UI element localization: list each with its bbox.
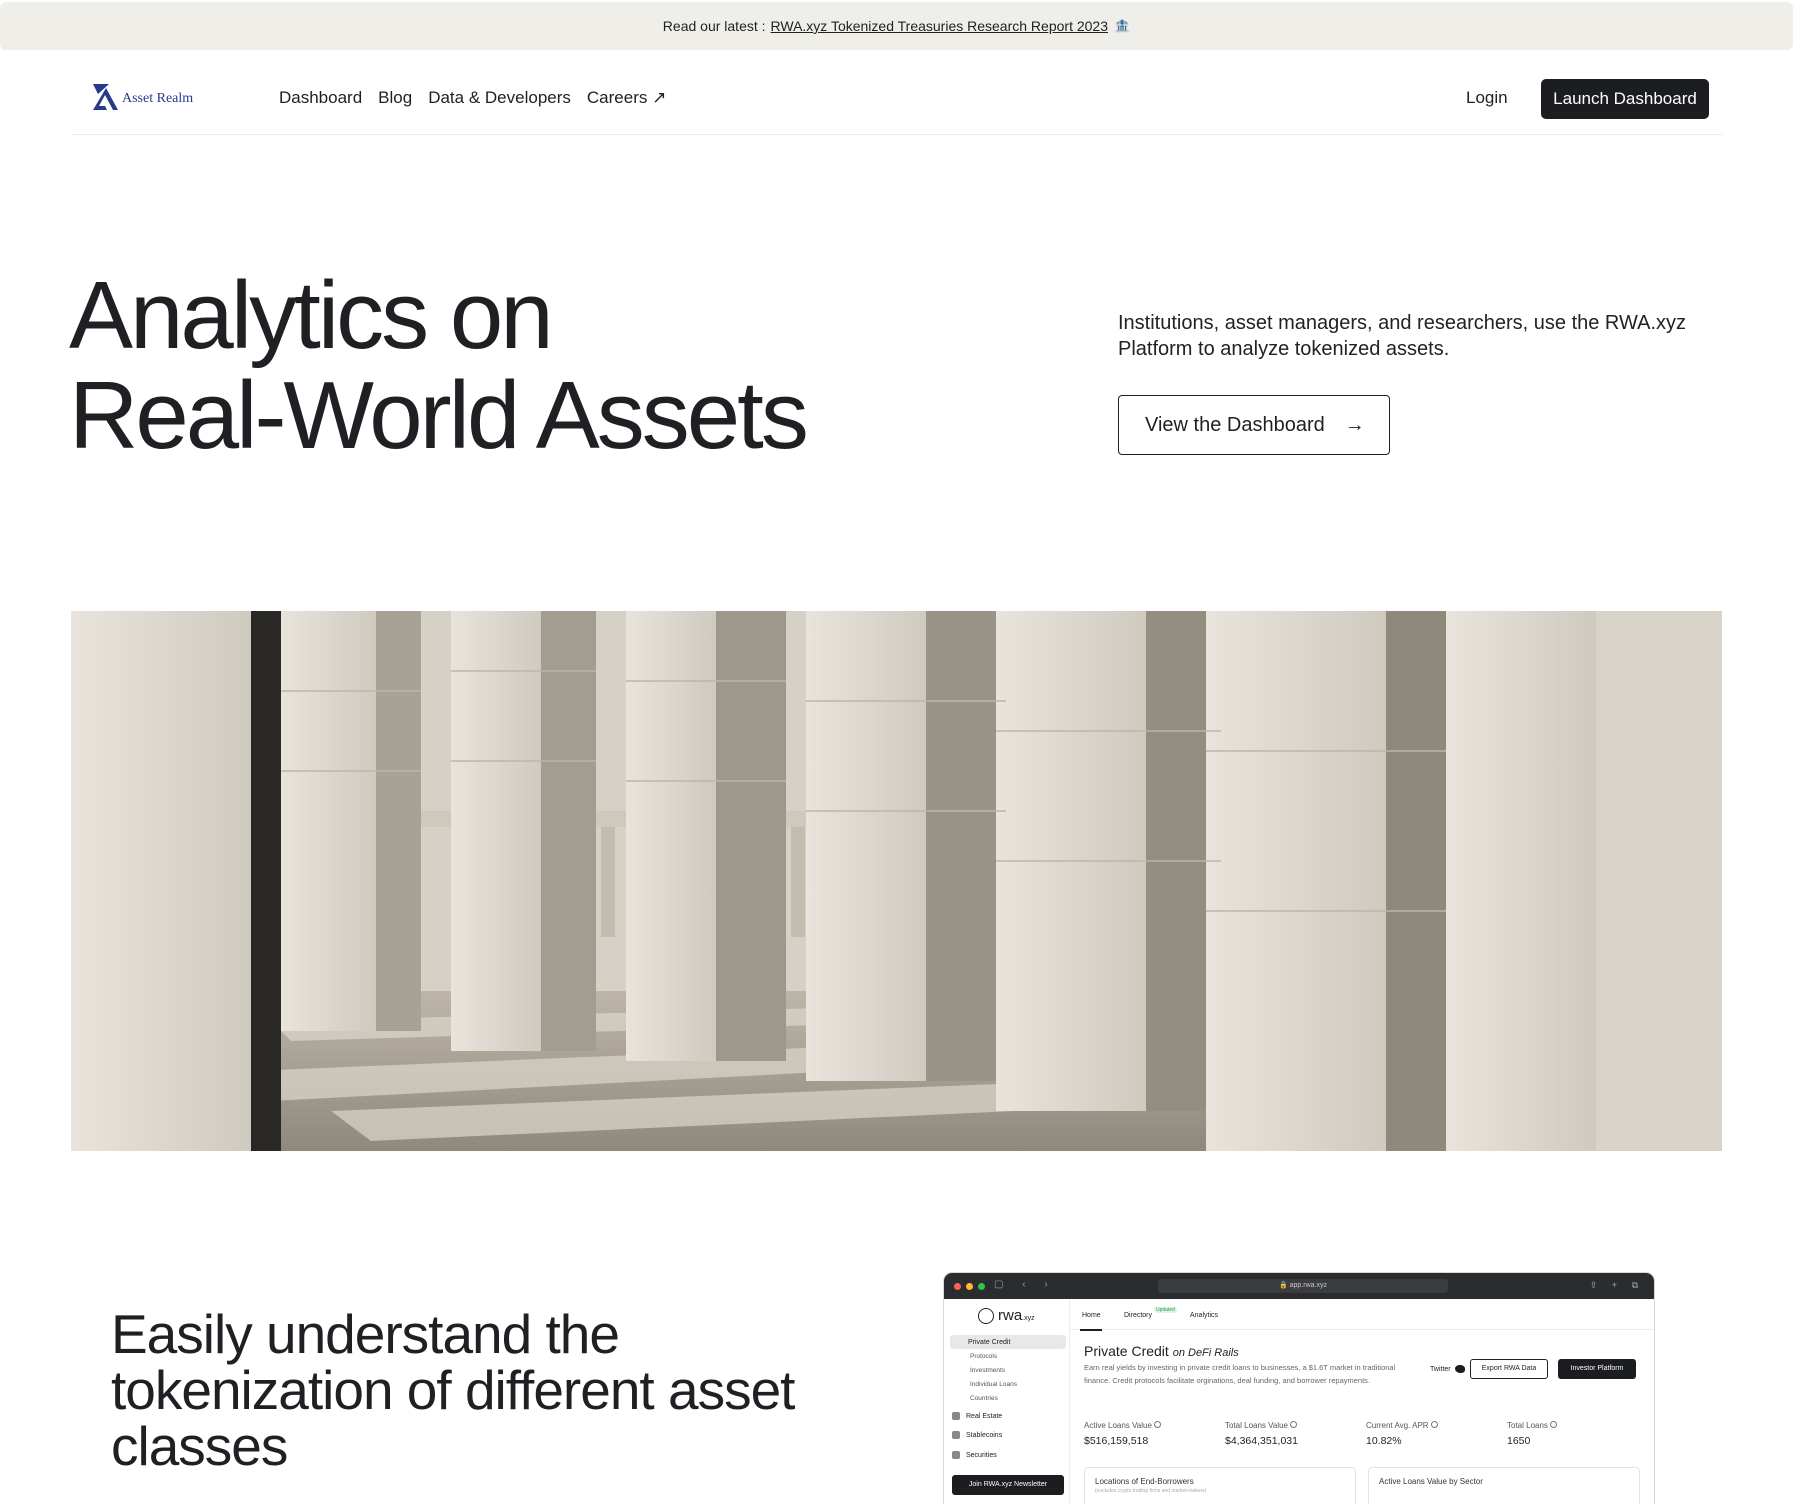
info-icon <box>1430 1421 1438 1428</box>
mock-tab-home: Home <box>1080 1312 1102 1331</box>
mock-stat-label: Total Loans <box>1507 1421 1548 1430</box>
mock-sidebar-securities: Securities <box>952 1451 997 1459</box>
launch-dashboard-button[interactable]: Launch Dashboard <box>1541 79 1709 119</box>
mock-card-title: Active Loans Value by Sector <box>1379 1477 1483 1486</box>
mock-stat-active-loans: Active Loans Value $516,159,518 <box>1084 1421 1161 1447</box>
mock-investor-button: Investor Platform <box>1558 1359 1636 1379</box>
mock-twitter-label: Twitter <box>1430 1365 1451 1373</box>
mock-stat-value: $4,364,351,031 <box>1225 1435 1298 1447</box>
mock-stat-total-loans-value: Total Loans Value $4,364,351,031 <box>1225 1421 1298 1447</box>
window-controls <box>954 1283 985 1290</box>
mock-page-description: Earn real yields by investing in private… <box>1084 1363 1396 1385</box>
mock-stat-label: Active Loans Value <box>1084 1421 1152 1430</box>
mock-sidebar-securities-label: Securities <box>966 1451 997 1459</box>
house-icon <box>952 1412 960 1420</box>
hero-description: Institutions, asset managers, and resear… <box>1118 312 1687 360</box>
coins-icon <box>952 1431 960 1439</box>
colonnade-illustration <box>71 611 1722 1151</box>
mock-sidebar-real-estate-label: Real Estate <box>966 1412 1003 1420</box>
announcement-bar: Read our latest : RWA.xyz Tokenized Trea… <box>0 2 1793 50</box>
mock-sidebar-real-estate: Real Estate <box>952 1412 1002 1420</box>
mock-sidebar: rwa .xyz Private Credit Protocols Invest… <box>944 1299 1070 1504</box>
login-link[interactable]: Login <box>1466 88 1508 108</box>
mock-stat-apr: Current Avg. APR 10.82% <box>1366 1421 1438 1447</box>
mock-newsletter-button: Join RWA.xyz Newsletter <box>952 1475 1064 1495</box>
hero-title-line2: Real-World Assets <box>69 362 809 469</box>
mock-stat-value: $516,159,518 <box>1084 1435 1149 1447</box>
mock-stat-total-loans: Total Loans 1650 <box>1507 1421 1557 1447</box>
mock-sidebar-private-credit: Private Credit <box>950 1335 1066 1349</box>
browser-toolbar: ▢ ‹ › 🔒 app.rwa.xyz ⇪ + ⧉ <box>944 1273 1654 1299</box>
info-icon <box>1153 1421 1161 1428</box>
mock-sidebar-investments: Investments <box>970 1367 1006 1374</box>
minimize-dot-icon <box>966 1283 973 1290</box>
hero-photo-colonnade <box>71 611 1722 1151</box>
arrow-right-icon: → <box>1344 413 1365 436</box>
mock-main: Private Credit on DeFi Rails Earn real y… <box>1084 1343 1644 1504</box>
browser-action-icons: ⇪ + ⧉ <box>1589 1280 1644 1290</box>
mock-page-title-suffix: on DeFi Rails <box>1172 1347 1239 1359</box>
mock-sidebar-stablecoins-label: Stablecoins <box>966 1431 1003 1439</box>
mock-sidebar-countries: Countries <box>970 1395 998 1402</box>
mock-page-title-text: Private Credit <box>1084 1343 1169 1359</box>
mock-stat-label: Current Avg. APR <box>1366 1421 1429 1430</box>
browser-nav-icons: ▢ ‹ › <box>994 1279 1056 1290</box>
view-dashboard-button[interactable]: View the Dashboard → <box>1118 395 1390 455</box>
announcement-prefix: Read our latest : <box>662 18 766 34</box>
mock-stat-label: Total Loans Value <box>1225 1421 1289 1430</box>
brand-logo[interactable]: Asset Realm <box>89 80 193 112</box>
asset-realm-logo-icon <box>93 84 118 110</box>
mock-sidebar-protocols: Protocols <box>970 1353 998 1360</box>
mock-export-button: Export RWA Data <box>1470 1359 1548 1379</box>
mock-tab-directory: Directory <box>1124 1312 1153 1319</box>
mock-tab-analytics: Analytics <box>1190 1312 1219 1319</box>
browser-url: 🔒 app.rwa.xyz <box>1158 1279 1448 1293</box>
view-dashboard-label: View the Dashboard <box>1145 413 1325 436</box>
top-nav: Asset Realm Dashboard Blog Data & Develo… <box>71 60 1722 135</box>
info-icon <box>1290 1421 1298 1428</box>
mock-page-title: Private Credit on DeFi Rails <box>1084 1343 1644 1359</box>
mock-card-subtitle: (excludes crypto trading firms and marke… <box>1095 1488 1207 1494</box>
mock-brand-suffix: .xyz <box>1022 1314 1035 1322</box>
hero-title: Analytics on Real-World Assets <box>69 266 809 469</box>
mock-card-sector: Active Loans Value by Sector <box>1368 1467 1640 1504</box>
dashboard-mockup: ▢ ‹ › 🔒 app.rwa.xyz ⇪ + ⧉ rwa .xyz Priva… <box>944 1273 1654 1504</box>
hero-title-line1: Analytics on <box>69 262 554 369</box>
mock-sidebar-stablecoins: Stablecoins <box>952 1431 1002 1439</box>
globe-icon <box>978 1307 994 1324</box>
mock-card-title: Locations of End-Borrowers <box>1095 1477 1194 1486</box>
nav-link-data-developers[interactable]: Data & Developers <box>428 88 571 108</box>
mock-brand-name: rwa <box>998 1307 1023 1324</box>
nav-link-blog[interactable]: Blog <box>378 88 412 108</box>
mock-twitter-link: Twitter <box>1430 1365 1465 1373</box>
mock-brand: rwa .xyz <box>978 1307 1035 1324</box>
info-icon <box>1549 1421 1557 1428</box>
mock-stat-value: 10.82% <box>1366 1435 1402 1447</box>
mock-tabs: Home Directory Updated Analytics <box>1070 1299 1654 1331</box>
nav-link-dashboard[interactable]: Dashboard <box>279 88 362 108</box>
maximize-dot-icon <box>978 1283 985 1290</box>
nav-links: Dashboard Blog Data & Developers Careers… <box>279 88 666 108</box>
mock-sidebar-individual-loans: Individual Loans <box>970 1381 1017 1388</box>
mock-stat-value: 1650 <box>1507 1435 1531 1447</box>
bank-icon: 🏦 <box>1114 18 1131 33</box>
section-title: Easily understand the tokenization of di… <box>111 1303 795 1477</box>
nav-link-careers[interactable]: Careers ↗ <box>587 88 666 108</box>
bank-building-icon <box>952 1451 960 1459</box>
brand-name: Asset Realm <box>122 91 194 106</box>
mock-card-locations: Locations of End-Borrowers (excludes cry… <box>1084 1467 1356 1504</box>
mock-updated-badge: Updated <box>1154 1307 1177 1313</box>
announcement-link[interactable]: RWA.xyz Tokenized Treasuries Research Re… <box>771 18 1108 34</box>
twitter-bird-icon <box>1454 1365 1465 1373</box>
close-dot-icon <box>954 1283 961 1290</box>
